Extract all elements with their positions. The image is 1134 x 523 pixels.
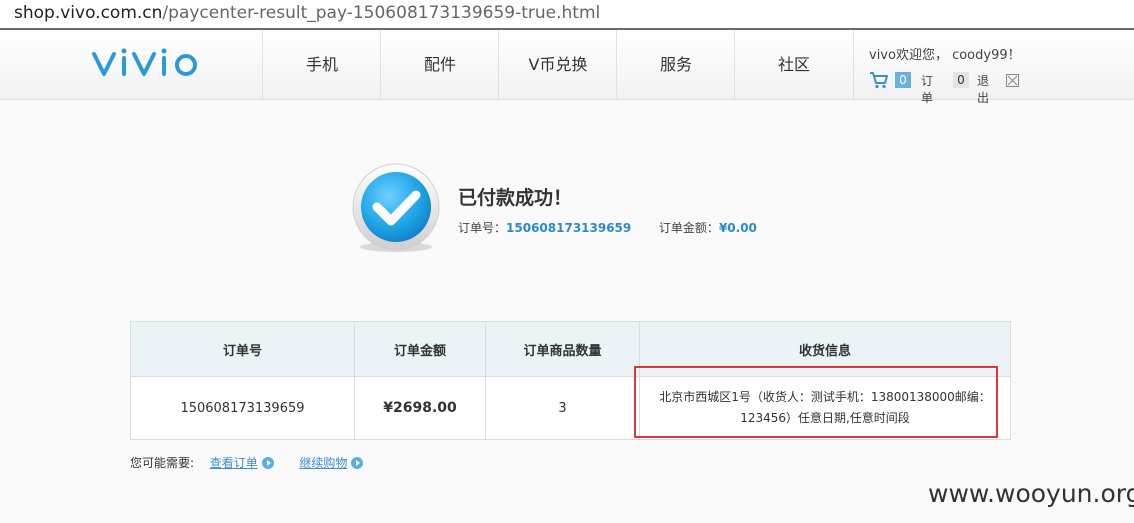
cell-order-amount: ¥2698.00 bbox=[354, 376, 486, 440]
continue-shopping-link[interactable]: 继续购物 bbox=[299, 456, 347, 470]
watermark-text: www.wooyun.org bbox=[928, 479, 1134, 508]
orders-count-badge: 0 bbox=[953, 72, 969, 88]
header-item-quantity: 订单商品数量 bbox=[485, 321, 640, 377]
nav-service[interactable]: 服务 bbox=[616, 30, 735, 99]
logout-link[interactable]: 退出 bbox=[977, 72, 989, 106]
order-no-label: 订单号： bbox=[458, 221, 507, 235]
suggestions: 您可能需要: 查看订单 继续购物 bbox=[130, 454, 364, 471]
order-amount-value: ¥0.00 bbox=[718, 221, 757, 235]
user-greeting: vivo欢迎您， coody99！ bbox=[869, 48, 1021, 63]
nav-vcoin-exchange[interactable]: V币兑换 bbox=[498, 30, 617, 99]
success-check-icon bbox=[352, 163, 440, 252]
view-order-link[interactable]: 查看订单 bbox=[210, 456, 258, 470]
cart-icon[interactable] bbox=[869, 71, 889, 89]
order-no-value: 150608173139659 bbox=[506, 221, 632, 235]
nav-accessories[interactable]: 配件 bbox=[380, 30, 499, 99]
url-text[interactable]: shop.vivo.com.cn/paycenter-result_pay-15… bbox=[14, 3, 600, 23]
cart-count-badge[interactable]: 0 bbox=[895, 72, 911, 88]
arrow-right-icon[interactable] bbox=[351, 457, 364, 469]
nav-phones[interactable]: 手机 bbox=[262, 30, 381, 99]
close-icon[interactable] bbox=[1006, 74, 1019, 87]
order-amount-label: 订单金额： bbox=[658, 221, 719, 235]
cell-order-no: 150608173139659 bbox=[130, 376, 355, 440]
payment-summary: 订单号：150608173139659 订单金额：¥0.00 bbox=[458, 219, 757, 236]
payment-success-title: 已付款成功！ bbox=[458, 187, 573, 209]
nav-community[interactable]: 社区 bbox=[734, 30, 854, 99]
header-order-amount: 订单金额 bbox=[354, 321, 486, 377]
cell-quantity: 3 bbox=[485, 376, 640, 440]
header-order-no: 订单号 bbox=[130, 321, 355, 377]
arrow-right-icon[interactable] bbox=[261, 457, 274, 469]
vivo-logo[interactable]: vivo bbox=[90, 46, 202, 80]
site-header: vivo 手机 配件 V币兑换 服务 社区 vivo欢迎您， coody99！ … bbox=[0, 30, 1134, 105]
suggest-label: 您可能需要: bbox=[130, 456, 195, 470]
orders-link[interactable]: 订单 bbox=[921, 72, 933, 106]
highlight-box bbox=[634, 366, 998, 438]
browser-address-bar[interactable]: shop.vivo.com.cn/paycenter-result_pay-15… bbox=[0, 0, 1134, 30]
